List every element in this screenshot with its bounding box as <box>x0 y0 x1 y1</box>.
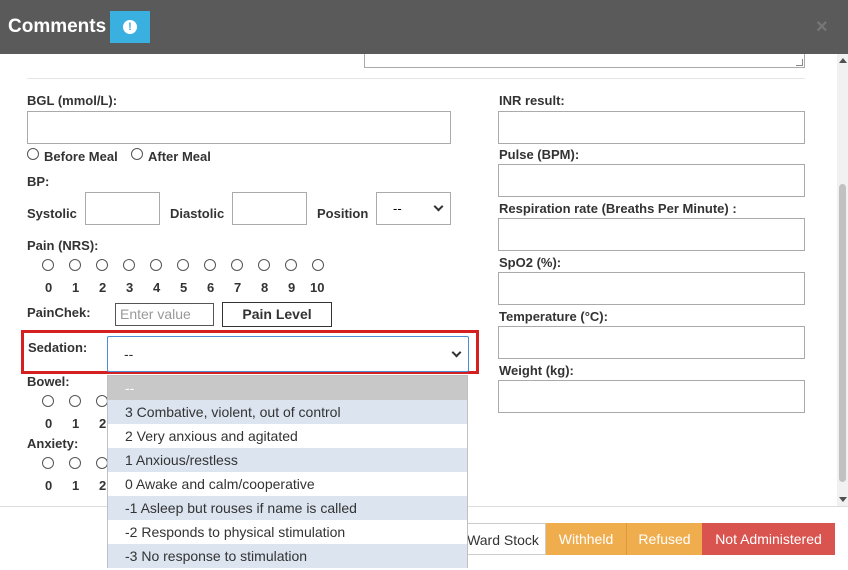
sedation-select[interactable]: -- <box>107 336 469 372</box>
pain-radio-2[interactable] <box>96 259 108 271</box>
bowel-radio-0[interactable] <box>42 395 54 407</box>
bp-label: BP: <box>27 174 50 189</box>
pain-radio-9[interactable] <box>285 259 297 271</box>
scroll-up-arrow-icon[interactable] <box>839 58 847 63</box>
bowel-value-1: 1 <box>72 416 80 431</box>
scroll-down-arrow-icon[interactable] <box>839 497 847 502</box>
diastolic-input[interactable] <box>232 192 307 225</box>
sedation-option[interactable]: 1 Anxious/restless <box>108 448 467 472</box>
sedation-select-value: -- <box>124 346 134 362</box>
sedation-label: Sedation: <box>28 340 88 355</box>
anxiety-value-0: 0 <box>45 478 53 493</box>
pain-value-4: 4 <box>153 280 161 295</box>
inr-label: INR result: <box>499 93 565 108</box>
modal-title: Comments <box>8 16 107 37</box>
anxiety-radio-1[interactable] <box>69 457 81 469</box>
bowel-value-2: 2 <box>99 416 107 431</box>
anxiety-label: Anxiety: <box>27 436 79 451</box>
bowel-value-0: 0 <box>45 416 53 431</box>
spo2-label: SpO2 (%): <box>499 255 562 270</box>
pain-radio-0[interactable] <box>42 259 54 271</box>
pulse-input[interactable] <box>498 164 805 197</box>
sedation-dropdown-list: -- 3 Combative, violent, out of control … <box>107 375 468 568</box>
sedation-option[interactable]: -1 Asleep but rouses if name is called <box>108 496 467 520</box>
ward-stock-button[interactable]: Ward Stock <box>460 523 546 555</box>
pain-label: Pain (NRS): <box>27 238 99 253</box>
position-select-value: -- <box>393 201 402 216</box>
pain-value-8: 8 <box>261 280 269 295</box>
not-administered-button[interactable]: Not Administered <box>702 523 835 555</box>
bowel-radio-1[interactable] <box>69 395 81 407</box>
bgl-input[interactable] <box>27 111 451 144</box>
comments-textarea[interactable] <box>364 54 805 68</box>
after-meal-radio[interactable] <box>131 148 143 160</box>
pain-value-6: 6 <box>207 280 215 295</box>
pain-value-1: 1 <box>72 280 80 295</box>
respiration-label: Respiration rate (Breaths Per Minute) : <box>499 201 737 216</box>
pain-value-9: 9 <box>288 280 296 295</box>
pain-value-7: 7 <box>234 280 242 295</box>
scroll-thumb[interactable] <box>839 184 846 482</box>
before-meal-radio[interactable] <box>27 148 39 160</box>
divider <box>27 78 805 79</box>
anxiety-value-1: 1 <box>72 478 80 493</box>
respiration-input[interactable] <box>498 218 805 251</box>
withheld-button[interactable]: Withheld <box>546 523 626 555</box>
pain-level-button[interactable]: Pain Level <box>222 302 332 327</box>
temperature-label: Temperature (°C): <box>499 309 608 324</box>
position-label: Position <box>317 206 369 221</box>
systolic-input[interactable] <box>85 192 160 225</box>
weight-input[interactable] <box>498 380 805 413</box>
exclamation-icon: ! <box>123 20 137 34</box>
pulse-label: Pulse (BPM): <box>499 147 580 162</box>
temperature-input[interactable] <box>498 326 805 359</box>
sedation-option[interactable]: 0 Awake and calm/cooperative <box>108 472 467 496</box>
diastolic-label: Diastolic <box>170 206 225 221</box>
pain-value-5: 5 <box>180 280 188 295</box>
sedation-option[interactable]: -2 Responds to physical stimulation <box>108 520 467 544</box>
pain-radio-5[interactable] <box>177 259 189 271</box>
chevron-down-icon <box>451 347 462 358</box>
inr-input[interactable] <box>498 111 805 144</box>
bowel-label: Bowel: <box>27 374 70 389</box>
pain-radio-10[interactable] <box>312 259 324 271</box>
modal-header: Comments ! × <box>0 0 848 54</box>
alert-button[interactable]: ! <box>110 11 150 43</box>
scrollbar[interactable] <box>837 54 848 506</box>
anxiety-radio-0[interactable] <box>42 457 54 469</box>
pain-value-3: 3 <box>126 280 134 295</box>
pain-radio-4[interactable] <box>150 259 162 271</box>
sedation-option[interactable]: -- <box>108 376 467 400</box>
pain-radio-8[interactable] <box>258 259 270 271</box>
systolic-label: Systolic <box>27 206 77 221</box>
after-meal-label: After Meal <box>148 149 211 164</box>
pain-radio-3[interactable] <box>123 259 135 271</box>
pain-value-0: 0 <box>45 280 53 295</box>
weight-label: Weight (kg): <box>499 363 574 378</box>
pain-value-10: 10 <box>310 280 325 295</box>
refused-button[interactable]: Refused <box>626 523 702 555</box>
sedation-option[interactable]: 2 Very anxious and agitated <box>108 424 467 448</box>
pain-value-2: 2 <box>99 280 107 295</box>
chevron-down-icon <box>433 201 444 212</box>
painchek-label: PainChek: <box>27 305 91 320</box>
pain-radio-6[interactable] <box>204 259 216 271</box>
pain-radio-7[interactable] <box>231 259 243 271</box>
before-meal-label: Before Meal <box>44 149 118 164</box>
close-icon[interactable]: × <box>816 16 828 39</box>
spo2-input[interactable] <box>498 272 805 305</box>
position-select[interactable]: -- <box>376 192 451 225</box>
anxiety-value-2: 2 <box>99 478 107 493</box>
sedation-option[interactable]: 3 Combative, violent, out of control <box>108 400 467 424</box>
bgl-label: BGL (mmol/L): <box>27 93 118 108</box>
painchek-input[interactable]: Enter value <box>115 303 214 326</box>
pain-radio-1[interactable] <box>69 259 81 271</box>
sedation-option[interactable]: -3 No response to stimulation <box>108 544 467 568</box>
